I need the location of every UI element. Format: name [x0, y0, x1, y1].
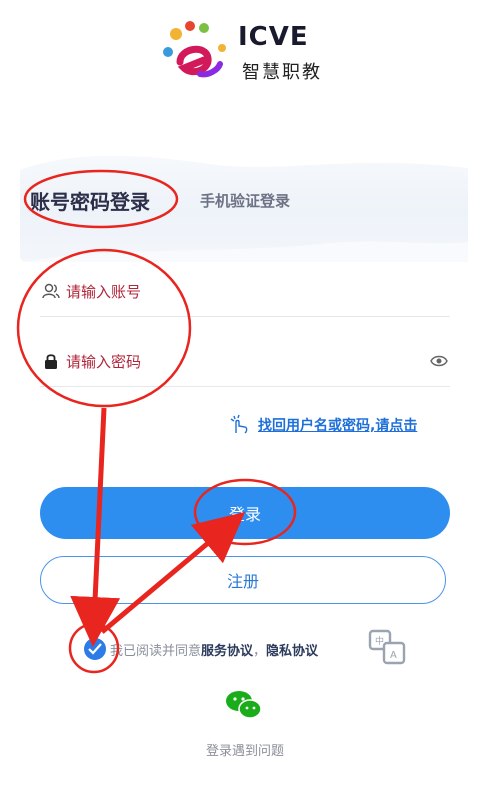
agreement-text: 我已阅读并同意服务协议，隐私协议	[110, 640, 318, 659]
agreement-checkbox[interactable]	[84, 638, 106, 660]
wechat-login-icon[interactable]	[225, 688, 263, 722]
account-input-placeholder: 请输入账号	[66, 283, 142, 301]
login-button[interactable]: 登录	[40, 487, 450, 539]
forgot-password-text[interactable]: 找回用户名或密码,请点击	[258, 415, 417, 435]
svg-text:中: 中	[375, 635, 384, 647]
svg-text:A: A	[390, 650, 397, 661]
password-input-placeholder: 请输入密码	[66, 353, 142, 371]
password-field[interactable]: 请输入密码	[40, 338, 450, 387]
checkmark-icon	[88, 643, 102, 655]
user-icon	[42, 283, 60, 299]
privacy-agreement-link[interactable]: 隐私协议	[266, 644, 318, 659]
register-button[interactable]: 注册	[40, 556, 446, 604]
tap-hand-icon	[230, 414, 248, 434]
service-agreement-link[interactable]: 服务协议	[201, 644, 253, 659]
annotation-overlay	[16, 169, 297, 674]
account-field[interactable]: 请输入账号	[40, 268, 450, 317]
agreement-prefix: 我已阅读并同意	[110, 644, 202, 659]
login-help-link[interactable]: 登录遇到问题	[190, 740, 300, 759]
tab-password-login[interactable]: 账号密码登录	[30, 186, 150, 215]
tab-sms-login[interactable]: 手机验证登录	[200, 190, 290, 211]
app-logo: ICVE 智慧职教	[160, 18, 335, 86]
logo-mark-icon	[163, 21, 226, 78]
show-password-eye-icon[interactable]	[430, 354, 448, 368]
brand-subtitle: 智慧职教	[242, 62, 322, 83]
lock-icon	[45, 354, 57, 369]
translate-icon[interactable]: 中 A	[366, 627, 408, 667]
agreement-separator: ，	[253, 644, 267, 659]
brand-name: ICVE	[238, 22, 309, 52]
